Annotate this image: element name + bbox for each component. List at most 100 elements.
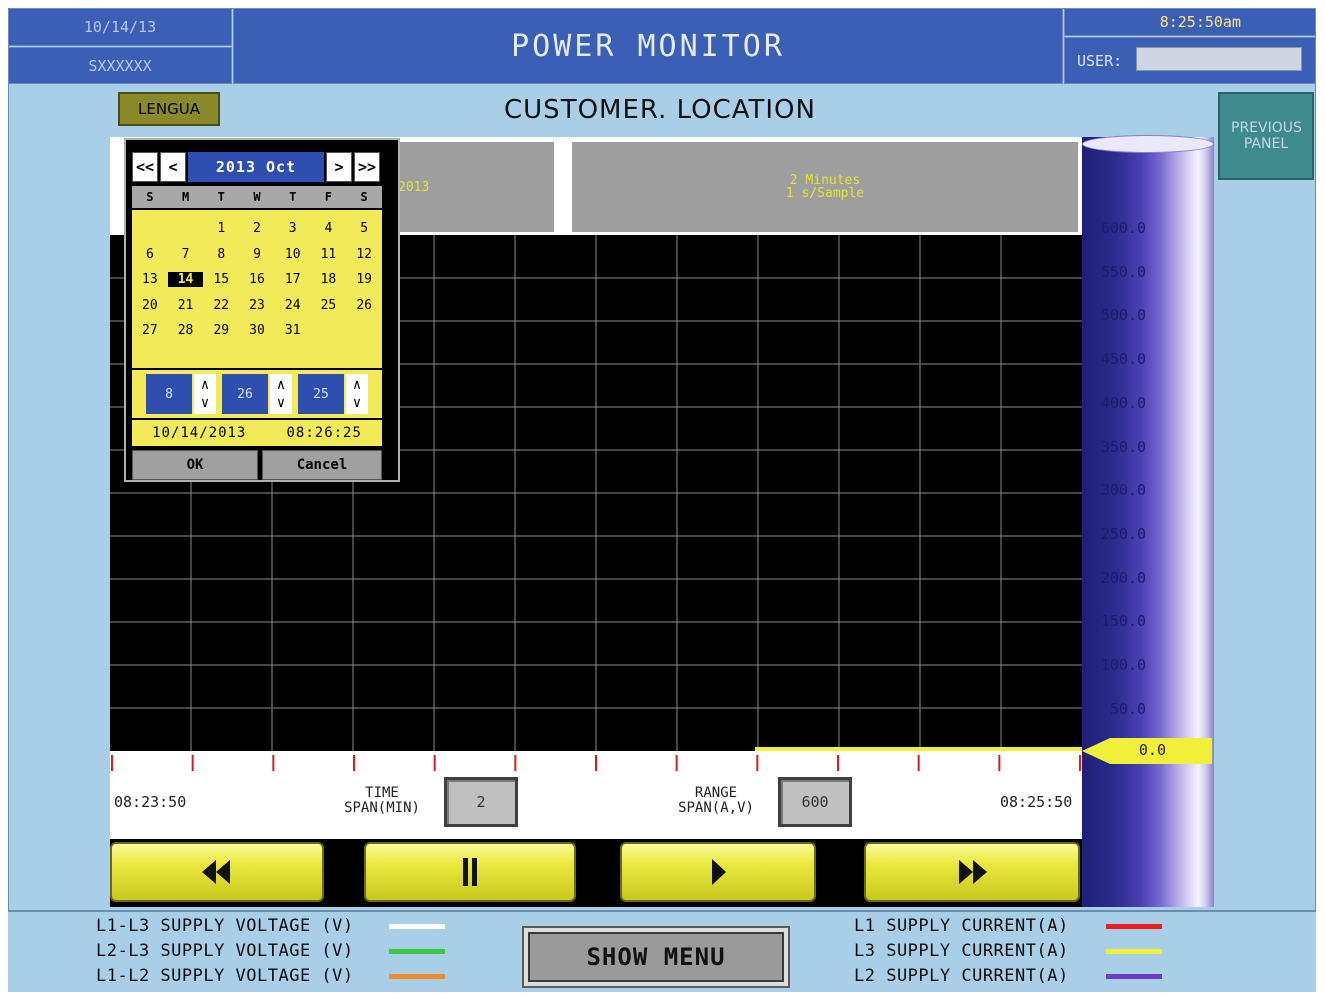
up-arrow-icon[interactable]: ∧ (353, 376, 361, 394)
hour-field[interactable]: 8 (146, 374, 192, 414)
language-button[interactable]: LENGUA (118, 92, 220, 126)
weekday-label: S (146, 190, 154, 204)
date-picker-popup: << < 2013 Oct > >> SMTWTFS 1 2 3 4 5 6 7 8 9 10 11… (124, 138, 400, 482)
time-span-value: 2 (476, 793, 486, 811)
calendar-day[interactable]: 15 (203, 272, 239, 287)
calendar-next-button[interactable]: > (326, 152, 352, 182)
hour-stepper[interactable]: ∧ ∨ (194, 374, 216, 414)
down-arrow-icon[interactable]: ∨ (277, 394, 285, 412)
y-axis-tick-label: 250.0 (1100, 524, 1146, 543)
show-menu-button[interactable]: SHOW MENU (522, 926, 790, 988)
previous-panel-button[interactable]: PREVIOUS PANEL (1218, 92, 1314, 180)
trend-span-info: 2 Minutes 1 s/Sample (572, 142, 1078, 232)
minute-stepper[interactable]: ∧ ∨ (270, 374, 292, 414)
calendar-day[interactable]: 5 (346, 221, 382, 236)
calendar-day[interactable]: 6 (132, 247, 168, 262)
calendar-day[interactable]: 19 (346, 272, 382, 287)
calendar-day[interactable]: 13 (132, 272, 168, 287)
calendar-day[interactable]: 27 (132, 323, 168, 338)
calendar-day[interactable]: 1 (203, 221, 239, 236)
calendar-day[interactable]: 26 (346, 298, 382, 313)
hour-value: 8 (165, 386, 173, 402)
calendar-day[interactable]: 23 (239, 298, 275, 313)
time-span-input[interactable]: 2 (444, 777, 518, 827)
calendar-day[interactable]: 21 (168, 298, 204, 313)
calendar-day[interactable]: 31 (275, 323, 311, 338)
second-stepper[interactable]: ∧ ∨ (346, 374, 368, 414)
range-span-label-line2: SPAN(A,V) (678, 800, 754, 816)
calendar-cancel-button[interactable]: Cancel (262, 450, 382, 480)
calendar-day[interactable]: 25 (311, 298, 347, 313)
header-clock: 8:25:50am (1064, 8, 1316, 36)
calendar-day[interactable]: 9 (239, 247, 275, 262)
legend-swatch (1106, 924, 1162, 929)
calendar-day[interactable]: 20 (132, 298, 168, 313)
time-end-label: 08:25:50 (1000, 793, 1073, 811)
trend-start-text: 2013 (398, 179, 430, 195)
calendar-day[interactable]: 3 (275, 221, 311, 236)
legend-label: L1-L2 SUPPLY VOLTAGE (V) (96, 966, 354, 986)
calendar-prev-button[interactable]: < (160, 152, 186, 182)
calendar-day[interactable]: 24 (275, 298, 311, 313)
calendar-ok-button[interactable]: OK (132, 450, 258, 480)
time-start-label: 08:23:50 (114, 793, 187, 811)
range-span-input[interactable]: 600 (778, 777, 852, 827)
bar-gauge-top (1082, 135, 1214, 153)
minute-field[interactable]: 26 (222, 374, 268, 414)
calendar-day[interactable]: 7 (168, 247, 204, 262)
calendar-day[interactable]: 8 (203, 247, 239, 262)
calendar-month-label: 2013 Oct (188, 152, 324, 182)
pause-button[interactable] (364, 842, 576, 902)
language-button-label: LENGUA (138, 100, 200, 118)
play-button[interactable] (620, 842, 816, 902)
calendar-prev-label: < (168, 158, 178, 176)
location-title-text: CUSTOMER. LOCATION (504, 95, 816, 125)
calendar-day[interactable]: 16 (239, 272, 275, 287)
calendar-ok-label: OK (186, 457, 204, 473)
second-field[interactable]: 25 (298, 374, 344, 414)
calendar-day[interactable]: 2 (239, 221, 275, 236)
y-axis-tick-label: 50.0 (1109, 699, 1146, 718)
calendar-day[interactable]: 10 (275, 247, 311, 262)
rewind-button[interactable] (110, 842, 324, 902)
fast-rewind-icon (202, 860, 230, 884)
legend-label: L2-L3 SUPPLY VOLTAGE (V) (96, 941, 354, 961)
calendar-day[interactable]: 22 (203, 298, 239, 313)
calendar-day[interactable]: 28 (168, 323, 204, 338)
weekday-label: W (253, 190, 261, 204)
calendar-day[interactable]: 18 (311, 272, 347, 287)
weekday-label: T (289, 190, 297, 204)
calendar-day[interactable]: 12 (346, 247, 382, 262)
calendar-last-button[interactable]: >> (354, 152, 380, 182)
location-title: CUSTOMER. LOCATION (110, 90, 1210, 130)
down-arrow-icon[interactable]: ∨ (201, 394, 209, 412)
calendar-day[interactable]: 29 (203, 323, 239, 338)
y-axis-tick-label: 150.0 (1100, 612, 1146, 631)
pause-icon (463, 858, 477, 886)
calendar-day[interactable]: 30 (239, 323, 275, 338)
calendar-next-label: > (334, 158, 344, 176)
fast-forward-icon (959, 860, 987, 884)
date-text: 10/14/13 (83, 18, 157, 36)
fast-forward-button[interactable] (864, 842, 1080, 902)
calendar-day[interactable]: 17 (275, 272, 311, 287)
legend-label: L3 SUPPLY CURRENT(A) (854, 941, 1069, 961)
weekday-label: M (181, 190, 190, 204)
weekday-label: F (324, 190, 333, 204)
calendar-day[interactable]: 11 (311, 247, 347, 262)
calendar-month-text: 2013 Oct (215, 158, 297, 176)
calendar-time-selector: 8 ∧ ∨ 26 ∧ ∨ 25 ∧ ∨ (132, 370, 382, 418)
down-arrow-icon[interactable]: ∨ (353, 394, 361, 412)
calendar-day[interactable]: 14 (167, 272, 204, 288)
up-arrow-icon[interactable]: ∧ (201, 376, 209, 394)
calendar-first-button[interactable]: << (132, 152, 158, 182)
calendar-day[interactable]: 4 (311, 221, 347, 236)
legend-swatch (1106, 974, 1162, 979)
calendar-day-grid: 1 2 3 4 5 6 7 8 9 10 11 12 13 14 15 16 17 18 19 20 21 22 23 24 2… (132, 210, 382, 368)
user-field[interactable] (1136, 47, 1302, 71)
header-station-id: SXXXXXX (8, 47, 232, 84)
show-menu-face: SHOW MENU (528, 932, 784, 982)
gauge-value: 0.0 (1138, 741, 1166, 759)
up-arrow-icon[interactable]: ∧ (277, 376, 285, 394)
calendar-date-readout: 10/14/2013 (152, 425, 247, 441)
